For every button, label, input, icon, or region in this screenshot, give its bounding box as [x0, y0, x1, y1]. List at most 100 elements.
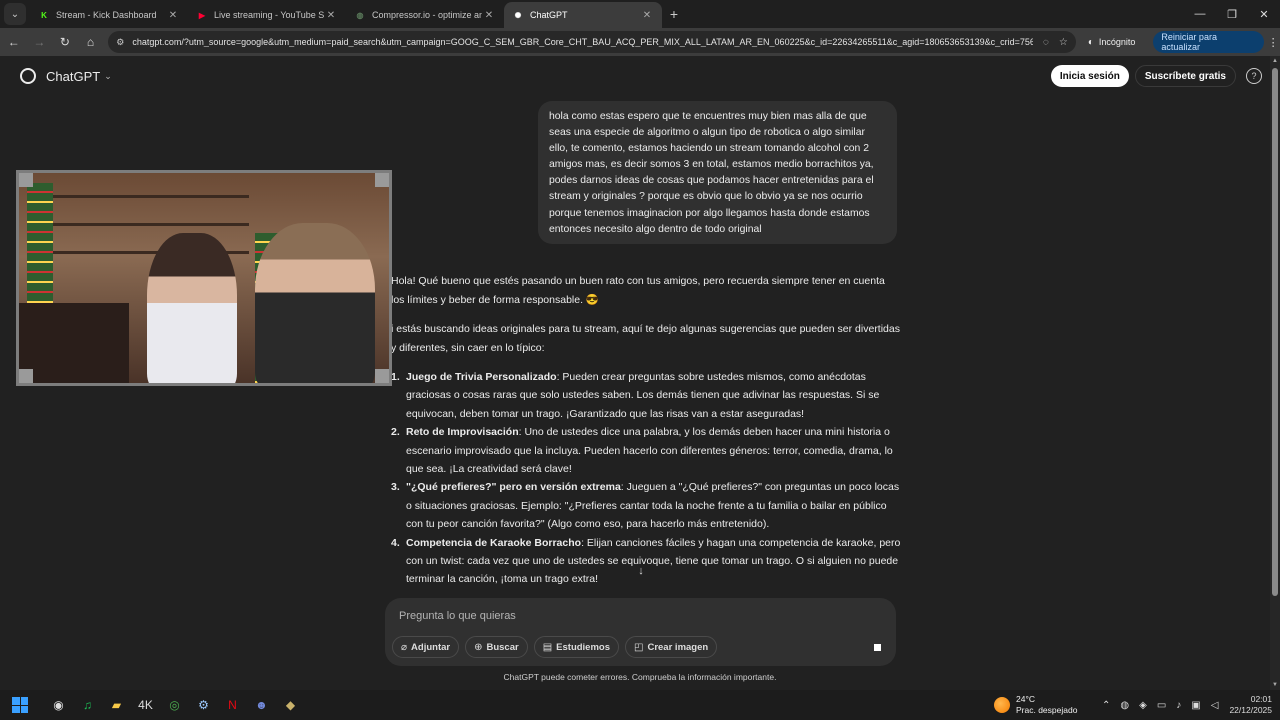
bookmark-star-icon[interactable]: ☆ [1059, 37, 1068, 48]
back-button[interactable]: ← [2, 31, 26, 53]
image-icon: ◰ [634, 641, 644, 653]
app-header: ChatGPT ⌄ Inicia sesión Suscríbete grati… [0, 56, 1270, 96]
assistant-message: Hola! Qué bueno que estés pasando un bue… [391, 272, 901, 597]
tool-label: Buscar [486, 641, 519, 653]
close-tab-icon[interactable]: ✕ [166, 10, 180, 21]
stop-generating-button[interactable] [868, 638, 886, 656]
tray-network-icon[interactable]: ▭ [1157, 700, 1166, 711]
browser-menu-icon[interactable]: ⋮ [1266, 36, 1280, 49]
list-item: 1. Juego de Trivia Personalizado: Pueden … [391, 368, 901, 423]
display-icon[interactable]: ▣ [1191, 700, 1200, 711]
browser-tab[interactable]: ▶ Live streaming - YouTube Studio✕ [188, 2, 346, 28]
browser-tab[interactable]: ✺ ChatGPT ✕ [504, 2, 662, 28]
kick-icon: K [41, 10, 47, 20]
idea-title: Competencia de Karaoke Borracho [406, 536, 582, 549]
signup-button[interactable]: Suscríbete gratis [1134, 65, 1236, 87]
netflix-icon[interactable]: N [222, 694, 244, 716]
help-icon[interactable]: ? [1246, 68, 1262, 84]
browser-tab[interactable]: K Stream - Kick Dashboard ✕ [30, 2, 188, 28]
incognito-indicator[interactable]: ◐ Incógnito [1088, 37, 1136, 48]
system-tray: ⌃ ◍ ◈ ▭ ♪ ▣ ◁ 02:01 22/12/2025 [1097, 690, 1272, 720]
model-selector[interactable]: ChatGPT [46, 69, 100, 84]
tab-search-button[interactable]: ⌄ [4, 3, 26, 25]
webcam-video [19, 173, 389, 383]
browser-tab[interactable]: ◍ Compressor.io - optimize and compress✕ [346, 2, 504, 28]
user-message-bubble: hola como estas espero que te encuentres… [538, 101, 897, 244]
close-tab-icon[interactable]: ✕ [482, 10, 496, 21]
chatgpt-logo-icon [20, 68, 36, 84]
close-window-button[interactable]: ✕ [1248, 0, 1280, 28]
weather-widget[interactable]: 24°C Prac. despejado [994, 690, 1077, 720]
clock-time: 02:01 [1250, 694, 1272, 704]
spotify-icon[interactable]: ♫ [77, 694, 99, 716]
chevron-down-icon[interactable]: ⌄ [104, 71, 112, 82]
adjuntar-button[interactable]: ⌀ Adjuntar [392, 636, 460, 658]
weather-temp: 24°C [1016, 694, 1035, 704]
site-info-icon[interactable]: ⚙ [116, 37, 124, 48]
compressor-icon: ◍ [356, 10, 364, 20]
prompt-input[interactable]: Pregunta lo que quieras [399, 610, 516, 622]
incognito-icon: ◐ [1087, 36, 1094, 48]
message-composer: Pregunta lo que quieras ⌀ Adjuntar ⊕ Buscar… [385, 598, 896, 666]
paperclip-icon: ⌀ [401, 641, 408, 653]
webcam-overlay[interactable] [16, 170, 392, 386]
tray-chevron-icon[interactable]: ⌃ [1102, 700, 1110, 711]
eye-off-icon[interactable]: ◌ [1043, 37, 1049, 48]
disclaimer-text: ChatGPT puede cometer errores. Comprueba… [503, 672, 777, 682]
4k-downloader-icon[interactable]: 4K [135, 694, 157, 716]
ideas-list: 1. Juego de Trivia Personalizado: Pueden … [391, 368, 901, 589]
volume-icon[interactable]: ◁ [1211, 700, 1219, 711]
buscar-button[interactable]: ⊕ Buscar [465, 636, 528, 658]
clock[interactable]: 02:01 22/12/2025 [1229, 694, 1272, 716]
close-tab-icon[interactable]: ✕ [324, 10, 338, 21]
app-icon[interactable]: ◆ [280, 694, 302, 716]
browser-tab-strip: ⌄ K Stream - Kick Dashboard ✕ ▶ Live streami… [0, 0, 1280, 28]
forward-button[interactable]: → [28, 31, 52, 53]
restart-to-update-button[interactable]: Reiniciar para actualizar [1153, 31, 1265, 53]
tool-label: Crear imagen [647, 641, 709, 653]
tray-shield-icon[interactable]: ◈ [1139, 700, 1147, 711]
maximize-button[interactable]: ❐ [1216, 0, 1248, 28]
tab-title: Stream - Kick Dashboard [56, 10, 157, 20]
idea-title: "¿Qué prefieres?" pero en versión extrem… [406, 481, 621, 494]
page-scrollbar[interactable]: ▲ ▼ [1270, 56, 1280, 690]
globe-icon: ⊕ [474, 641, 483, 653]
list-number: 1. [391, 371, 400, 383]
reload-button[interactable]: ↻ [53, 31, 77, 53]
new-tab-button[interactable]: + [662, 6, 686, 22]
chrome-icon[interactable]: ◎ [164, 694, 186, 716]
crear-imagen-button[interactable]: ◰ Crear imagen [625, 636, 718, 658]
discord-icon[interactable]: ☻ [251, 694, 273, 716]
windows-taskbar: ◉ ♫ ▰ 4K ◎ ⚙ N ☻ ◆ 24°C Prac. despejado ⌃ ◍ ◈ ▭ … [0, 690, 1280, 720]
tab-title: Compressor.io - optimize and compress [372, 10, 482, 20]
list-item: 3. "¿Qué prefieres?" pero en versión extr… [391, 478, 901, 533]
book-icon: ▤ [542, 641, 553, 653]
steam-icon[interactable]: ⚙ [193, 694, 215, 716]
weather-desc: Prac. despejado [1016, 705, 1078, 715]
list-item: 2. Reto de Improvisación: Uno de ustedes … [391, 423, 901, 478]
scroll-to-bottom-button[interactable]: ↓ [632, 562, 650, 580]
start-button[interactable] [12, 697, 28, 713]
scrollbar-thumb[interactable] [1272, 68, 1278, 596]
estudiemos-button[interactable]: ▤ Estudiemos [533, 636, 620, 658]
tool-label: Adjuntar [411, 641, 451, 653]
scroll-down-arrow-icon[interactable]: ▼ [1272, 682, 1278, 688]
home-button[interactable]: ⌂ [79, 31, 103, 53]
idea-title: Juego de Trivia Personalizado [406, 371, 557, 383]
tray-app-icon[interactable]: ◍ [1120, 700, 1129, 711]
address-bar[interactable]: ⚙ chatgpt.com/?utm_source=google&utm_med… [108, 31, 1076, 53]
weather-icon [994, 697, 1010, 713]
clock-date: 22/12/2025 [1229, 705, 1272, 715]
file-explorer-icon[interactable]: ▰ [106, 694, 128, 716]
close-tab-icon[interactable]: ✕ [640, 10, 654, 21]
microphone-icon[interactable]: ♪ [1176, 700, 1181, 711]
youtube-icon: ▶ [198, 10, 206, 20]
tab-title: ChatGPT [530, 10, 568, 20]
assistant-paragraph: i estás buscando ideas originales para t… [391, 323, 900, 354]
tab-title: Live streaming - YouTube Studio [214, 10, 324, 20]
minimize-button[interactable]: — [1184, 0, 1216, 28]
obs-icon[interactable]: ◉ [48, 694, 70, 716]
scroll-up-arrow-icon[interactable]: ▲ [1272, 58, 1278, 64]
login-button[interactable]: Inicia sesión [1050, 65, 1129, 87]
chatgpt-icon: ✺ [514, 10, 522, 20]
